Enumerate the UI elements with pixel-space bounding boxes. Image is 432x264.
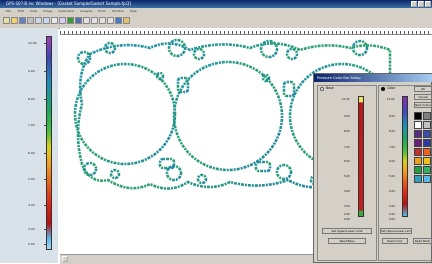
report-icon[interactable] xyxy=(107,17,114,24)
title-bar: GPS-S07-B Inc Windows - [Gasket Sample/G… xyxy=(0,0,432,8)
scroll-left-arrow[interactable] xyxy=(62,256,68,262)
palette-swatch[interactable] xyxy=(414,148,422,156)
palette-swatch[interactable] xyxy=(423,157,431,165)
maximize-button[interactable] xyxy=(418,1,424,7)
base-tick: 0.00 xyxy=(344,218,350,221)
menu-item-calibration[interactable]: Calibration xyxy=(58,9,74,13)
legend-tick: 3.00 xyxy=(28,227,47,231)
color-tick: 5.00 xyxy=(389,175,395,178)
base-set-limit-button[interactable]: Set Upper/Lower Limit xyxy=(322,228,372,234)
palette-swatch[interactable] xyxy=(414,175,422,183)
zoom-icon[interactable] xyxy=(51,17,58,24)
legend-tick: 2.00 xyxy=(28,242,47,246)
menu-item-window[interactable]: Window xyxy=(112,9,124,13)
palette-swatch[interactable] xyxy=(423,148,431,156)
color-tick: 9.00 xyxy=(389,115,395,118)
color-tick: 8.00 xyxy=(389,130,395,133)
menu-item-file[interactable]: File xyxy=(6,9,11,13)
base-group xyxy=(317,85,377,261)
palette-swatch[interactable] xyxy=(423,112,431,120)
measure-icon[interactable] xyxy=(91,17,98,24)
color-tick: 4.00 xyxy=(389,190,395,193)
color-tick: 6.00 xyxy=(389,160,395,163)
color-tick: 10.00 xyxy=(387,98,395,101)
read-restore-button[interactable]: Read Restr xyxy=(413,238,432,244)
menu-item-edit[interactable]: Edit xyxy=(18,9,24,13)
base-tick: 8.00 xyxy=(344,130,350,133)
base-tick: 10.00 xyxy=(342,98,350,101)
grid-icon[interactable] xyxy=(75,17,82,24)
color-tick: 0.00 xyxy=(389,218,395,221)
palette-swatch[interactable] xyxy=(414,130,422,138)
palette-swatch[interactable] xyxy=(414,157,422,165)
toolbar xyxy=(0,15,432,29)
copy-icon[interactable] xyxy=(35,17,42,24)
color-label: Color xyxy=(387,86,396,90)
base-color-bar[interactable] xyxy=(358,96,364,217)
menu-bar: File Edit View Image Calibration Analysi… xyxy=(0,8,432,15)
legend-tick: 5.00 xyxy=(28,177,47,181)
window-title: GPS-S07-B Inc Windows - [Gasket Sample/G… xyxy=(6,1,132,6)
menu-item-tools[interactable]: Tools xyxy=(98,9,105,13)
color-map-icon[interactable] xyxy=(67,17,74,24)
open-folder-icon[interactable] xyxy=(11,17,18,24)
menu-item-image[interactable]: Image xyxy=(43,9,52,13)
palette-swatch[interactable] xyxy=(423,130,431,138)
color-tick: 2.00 xyxy=(389,213,395,216)
menu-item-view[interactable]: View xyxy=(30,9,37,13)
legend-tick: 8.00 xyxy=(28,97,47,101)
palette-swatch[interactable] xyxy=(414,139,422,147)
menu-item-help[interactable]: Help xyxy=(130,9,137,13)
base-tick: 9.00 xyxy=(344,115,350,118)
settings-icon[interactable] xyxy=(115,17,122,24)
new-colors-button[interactable]: New Colors xyxy=(414,102,432,108)
color-tick: 3.00 xyxy=(389,205,395,208)
palette-swatch[interactable] xyxy=(423,175,431,183)
legend-tick: 7.00 xyxy=(28,123,47,127)
palette-swatch[interactable] xyxy=(423,121,431,129)
base-tick: 4.00 xyxy=(344,190,350,193)
save-icon[interactable] xyxy=(19,17,26,24)
legend-tick: 10.00 xyxy=(28,41,47,45)
color-set-limit-button[interactable]: Set Upper/Lower Limit xyxy=(380,228,412,234)
print-icon[interactable] xyxy=(27,17,34,24)
base-tick: 7.00 xyxy=(344,146,350,149)
color-radio[interactable] xyxy=(381,87,385,91)
color-tick: 7.00 xyxy=(389,146,395,149)
cancel-button[interactable]: Cancel xyxy=(414,94,432,100)
palette-swatch[interactable] xyxy=(414,166,422,174)
ok-button[interactable]: OK xyxy=(414,86,432,92)
read-base-button[interactable]: Read Base xyxy=(328,238,366,244)
base-tick: 5.00 xyxy=(344,175,350,178)
base-tick: 3.00 xyxy=(344,205,350,208)
minimize-button[interactable] xyxy=(411,1,417,7)
help-icon[interactable] xyxy=(123,17,130,24)
legend-tick: 9.00 xyxy=(28,69,47,73)
read-color-button[interactable]: Read Color xyxy=(382,238,408,244)
palette-swatch[interactable] xyxy=(414,121,422,129)
base-radio[interactable] xyxy=(320,87,324,91)
new-file-icon[interactable] xyxy=(3,17,10,24)
legend-tick: 6.00 xyxy=(28,151,47,155)
palette-swatch[interactable] xyxy=(423,166,431,174)
histogram-icon[interactable] xyxy=(99,17,106,24)
color-color-bar[interactable] xyxy=(402,96,408,217)
base-tick: 2.00 xyxy=(344,213,350,216)
palette-swatch[interactable] xyxy=(414,112,422,120)
menu-item-analysis[interactable]: Analysis xyxy=(80,9,92,13)
palette-swatch[interactable] xyxy=(423,139,431,147)
paste-icon[interactable] xyxy=(43,17,50,24)
base-label: Base xyxy=(326,86,334,90)
legend-tick: 4.00 xyxy=(28,203,47,207)
rectangle-icon[interactable] xyxy=(83,17,90,24)
pressure-color-bar xyxy=(46,36,52,250)
dialog-title: Pressure Color Bar Setup xyxy=(314,74,432,82)
close-button[interactable] xyxy=(425,1,431,7)
select-icon[interactable] xyxy=(59,17,66,24)
color-bar-setup-dialog: Pressure Color Bar Setup Base 10.00 9.00… xyxy=(313,73,432,263)
base-tick: 6.00 xyxy=(344,160,350,163)
